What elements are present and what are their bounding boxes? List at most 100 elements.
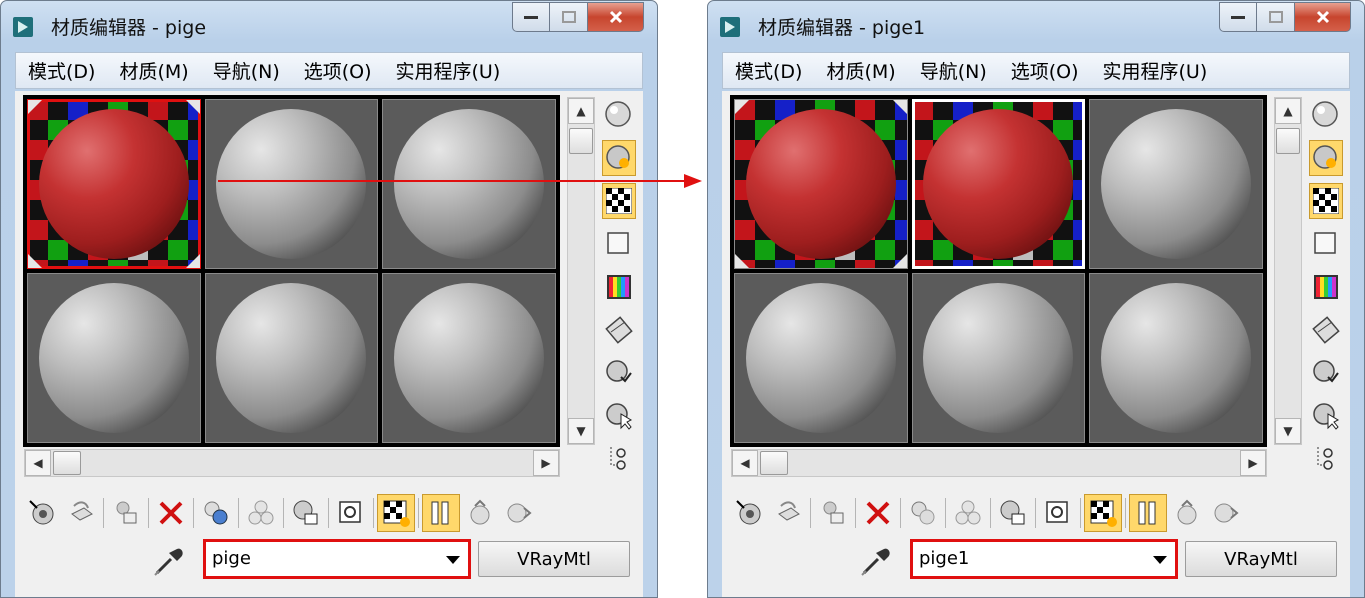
reset-map-button[interactable] — [859, 494, 897, 532]
background-button[interactable] — [1309, 183, 1343, 219]
options-button[interactable] — [602, 355, 636, 391]
menu-options[interactable]: 选项(O) — [999, 57, 1091, 84]
go-forward-to-sibling-button[interactable] — [1207, 494, 1245, 532]
sample-slot-1[interactable] — [734, 99, 908, 269]
show-in-viewport-button[interactable] — [1039, 494, 1077, 532]
material-map-navigator-button[interactable] — [602, 441, 636, 477]
get-material-button[interactable] — [23, 494, 61, 532]
material-map-navigator-button[interactable] — [1309, 441, 1343, 477]
maximize-button[interactable] — [550, 2, 588, 32]
menu-bar: 模式(D) 材质(M) 导航(N) 选项(O) 实用程序(U) — [15, 52, 643, 89]
sample-slot-3[interactable] — [1089, 99, 1263, 269]
material-name-field[interactable]: pige1 — [910, 539, 1178, 579]
material-type-button[interactable]: VRayMtl — [1185, 541, 1337, 577]
show-end-result-button[interactable] — [422, 494, 460, 532]
vertical-scroll-thumb[interactable] — [569, 128, 593, 154]
horizontal-scroll-thumb[interactable] — [53, 451, 81, 475]
material-type-button[interactable]: VRayMtl — [478, 541, 630, 577]
scroll-left-button[interactable]: ◀ — [732, 450, 758, 476]
background-button[interactable] — [602, 183, 636, 219]
menu-material[interactable]: 材质(M) — [814, 57, 907, 84]
background-checker-icon — [606, 188, 632, 214]
horizontal-scrollbar[interactable]: ◀ ▶ — [731, 449, 1267, 477]
vertical-scrollbar[interactable]: ▲ ▼ — [1274, 97, 1302, 445]
menu-mode[interactable]: 模式(D) — [723, 57, 814, 84]
maximize-button[interactable] — [1257, 2, 1295, 32]
put-to-library-button[interactable] — [242, 494, 280, 532]
go-to-parent-button[interactable] — [461, 494, 499, 532]
sample-uv-tiling-button[interactable] — [1309, 226, 1343, 262]
reset-map-button[interactable] — [152, 494, 190, 532]
close-button[interactable] — [1295, 2, 1351, 32]
menu-material[interactable]: 材质(M) — [107, 57, 200, 84]
menu-navigation[interactable]: 导航(N) — [908, 57, 999, 84]
sample-slot-1[interactable] — [27, 99, 201, 269]
minimize-button[interactable] — [1219, 2, 1257, 32]
backlight-button[interactable] — [1309, 140, 1343, 176]
sample-slot-4[interactable] — [27, 273, 201, 443]
sample-type-button[interactable] — [602, 97, 636, 133]
menu-navigation[interactable]: 导航(N) — [201, 57, 292, 84]
eyedropper-icon[interactable] — [151, 543, 187, 579]
go-forward-to-sibling-button[interactable] — [500, 494, 538, 532]
put-to-scene-button[interactable] — [769, 494, 807, 532]
go-to-parent-button[interactable] — [1168, 494, 1206, 532]
material-name-field[interactable]: pige — [203, 539, 471, 579]
video-color-check-button[interactable] — [1309, 269, 1343, 305]
sample-uv-tiling-button[interactable] — [602, 226, 636, 262]
select-by-material-button[interactable] — [1309, 398, 1343, 434]
put-to-scene-button[interactable] — [62, 494, 100, 532]
make-preview-button[interactable] — [1309, 312, 1343, 348]
video-color-check-button[interactable] — [602, 269, 636, 305]
sample-slot-2[interactable] — [911, 99, 1086, 269]
slot-corner-marker — [892, 254, 907, 268]
show-in-viewport-button[interactable] — [332, 494, 370, 532]
sample-slot-5[interactable] — [911, 273, 1086, 443]
get-material-icon — [736, 500, 761, 525]
sample-slot-5[interactable] — [204, 273, 379, 443]
put-to-library-button[interactable] — [949, 494, 987, 532]
make-unique-button[interactable] — [197, 494, 235, 532]
sample-slot-6[interactable] — [382, 273, 556, 443]
title-bar[interactable]: 材质编辑器 - pige — [1, 1, 657, 51]
show-end-result-button[interactable] — [1129, 494, 1167, 532]
show-map-in-viewport-button[interactable] — [1084, 494, 1122, 532]
scroll-right-button[interactable]: ▶ — [533, 450, 559, 476]
sample-slot-4[interactable] — [734, 273, 908, 443]
slot-corner-marker — [735, 100, 749, 114]
scroll-down-button[interactable]: ▼ — [568, 418, 594, 444]
menu-options[interactable]: 选项(O) — [292, 57, 384, 84]
scroll-down-button[interactable]: ▼ — [1275, 418, 1301, 444]
scroll-left-button[interactable]: ◀ — [25, 450, 51, 476]
assign-to-selection-button[interactable] — [107, 494, 145, 532]
dropdown-arrow-icon[interactable] — [446, 556, 460, 564]
show-map-in-viewport-button[interactable] — [377, 494, 415, 532]
title-bar[interactable]: 材质编辑器 - pige1 — [708, 1, 1364, 51]
scroll-up-button[interactable]: ▲ — [1275, 98, 1301, 124]
menu-mode[interactable]: 模式(D) — [16, 57, 107, 84]
make-preview-button[interactable] — [602, 312, 636, 348]
assign-to-selection-button[interactable] — [814, 494, 852, 532]
eyedropper-icon[interactable] — [858, 543, 894, 579]
video-color-check-icon — [1314, 275, 1338, 299]
material-id-channel-button[interactable] — [994, 494, 1032, 532]
horizontal-scroll-thumb[interactable] — [760, 451, 788, 475]
scroll-right-button[interactable]: ▶ — [1240, 450, 1266, 476]
material-id-channel-button[interactable] — [287, 494, 325, 532]
menu-utilities[interactable]: 实用程序(U) — [1091, 57, 1220, 84]
sample-slot-6[interactable] — [1089, 273, 1263, 443]
close-button[interactable] — [588, 2, 644, 32]
select-by-material-button[interactable] — [602, 398, 636, 434]
backlight-button[interactable] — [602, 140, 636, 176]
menu-utilities[interactable]: 实用程序(U) — [384, 57, 513, 84]
get-material-button[interactable] — [730, 494, 768, 532]
vertical-scrollbar[interactable]: ▲ ▼ — [567, 97, 595, 445]
make-unique-button[interactable] — [904, 494, 942, 532]
horizontal-scrollbar[interactable]: ◀ ▶ — [24, 449, 560, 477]
options-button[interactable] — [1309, 355, 1343, 391]
vertical-scroll-thumb[interactable] — [1276, 128, 1300, 154]
minimize-button[interactable] — [512, 2, 550, 32]
scroll-up-button[interactable]: ▲ — [568, 98, 594, 124]
dropdown-arrow-icon[interactable] — [1153, 556, 1167, 564]
sample-type-button[interactable] — [1309, 97, 1343, 133]
